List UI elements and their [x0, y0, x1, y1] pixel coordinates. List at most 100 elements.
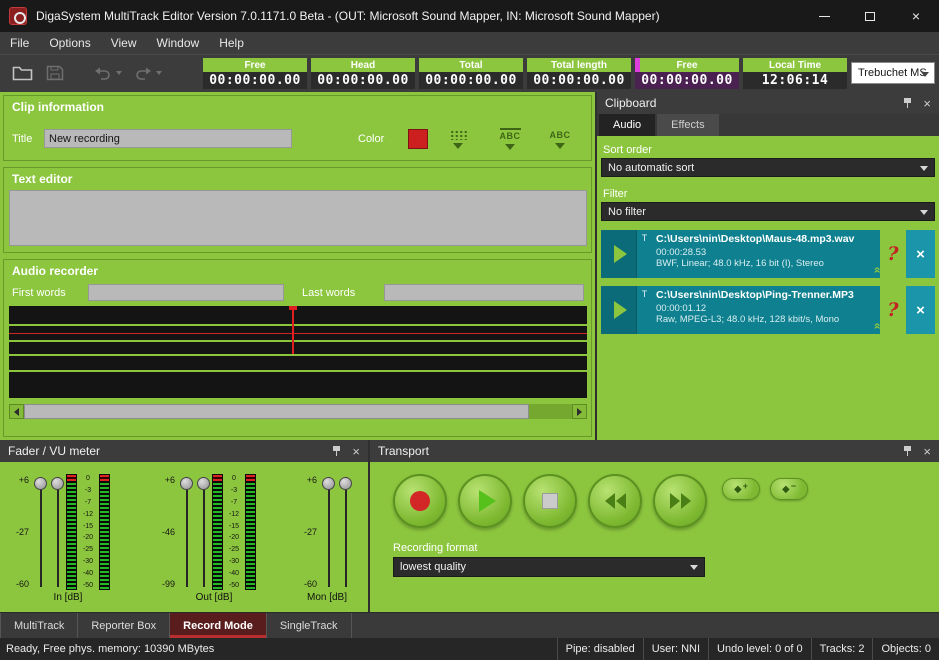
tab-multitrack[interactable]: MultiTrack — [0, 613, 78, 638]
menu-help[interactable]: Help — [209, 32, 254, 54]
minimize-button[interactable] — [801, 0, 847, 32]
tab-singletrack[interactable]: SingleTrack — [267, 613, 352, 638]
pin-icon[interactable] — [903, 98, 912, 109]
fader-knob[interactable] — [180, 477, 193, 490]
entry-play-button[interactable] — [601, 230, 637, 278]
fader-slider[interactable] — [320, 474, 337, 590]
font-select[interactable]: Trebuchet MS — [851, 62, 935, 84]
fader-knob[interactable] — [34, 477, 47, 490]
clipboard-tabstrip: Audio Effects — [597, 114, 939, 136]
rewind-button[interactable] — [588, 474, 642, 528]
play-button[interactable] — [458, 474, 512, 528]
abc-lines-icon: ABC — [500, 128, 521, 141]
redo-dropdown-button[interactable] — [156, 71, 162, 75]
chevron-down-icon — [116, 71, 122, 75]
counter-head-value: 00:00:00.00 — [311, 72, 415, 89]
fader-group-name: Out [dB] — [170, 592, 258, 603]
waveform-scrollbar[interactable] — [9, 404, 587, 419]
fast-forward-button[interactable] — [653, 474, 707, 528]
entry-help-button[interactable]: ? — [880, 286, 906, 334]
entry-play-button[interactable] — [601, 286, 637, 334]
pin-icon[interactable] — [903, 446, 912, 457]
undo-dropdown-button[interactable] — [116, 71, 122, 75]
abc-insert-button[interactable]: ABC — [538, 122, 582, 156]
scroll-left-button[interactable] — [9, 404, 24, 419]
fader-slider[interactable] — [178, 474, 195, 590]
collapse-chevron-icon[interactable]: » — [870, 323, 880, 330]
scale-mid: -46 — [162, 527, 175, 537]
sort-order-select[interactable]: No automatic sort — [601, 158, 935, 177]
close-button[interactable]: × — [893, 0, 939, 32]
entry-remove-button[interactable]: × — [906, 286, 935, 334]
filter-value: No filter — [608, 206, 646, 218]
counter-head-label: Head — [311, 58, 415, 72]
fader-group-mon: +6 -27 -60 — [294, 474, 354, 590]
entry-remove-button[interactable]: × — [906, 230, 935, 278]
menu-window[interactable]: Window — [147, 32, 210, 54]
menu-file[interactable]: File — [0, 32, 39, 54]
filter-select[interactable]: No filter — [601, 202, 935, 221]
chevron-down-icon — [453, 143, 463, 149]
chevron-down-icon — [156, 71, 162, 75]
entry-format: BWF, Linear; 48.0 kHz, 16 bit (I), Stere… — [656, 258, 865, 269]
fader-slider[interactable] — [195, 474, 212, 590]
pin-icon[interactable] — [332, 446, 341, 457]
text-editor-area[interactable] — [9, 190, 587, 246]
waveform-display[interactable] — [9, 306, 587, 398]
tab-audio[interactable]: Audio — [599, 114, 655, 136]
scroll-right-button[interactable] — [572, 404, 587, 419]
title-input[interactable] — [44, 129, 292, 148]
fader-knob[interactable] — [197, 477, 210, 490]
close-icon[interactable]: × — [923, 445, 931, 458]
close-icon[interactable]: × — [923, 97, 931, 110]
stop-button[interactable] — [523, 474, 577, 528]
close-icon[interactable]: × — [352, 445, 360, 458]
menu-view[interactable]: View — [101, 32, 147, 54]
first-words-input[interactable] — [88, 284, 284, 301]
clipboard-entry[interactable]: T C:\Users\nin\Desktop\Ping-Trenner.MP3 … — [601, 286, 935, 334]
redo-button[interactable] — [134, 65, 152, 81]
scale-top: +6 — [307, 475, 317, 485]
marker-add-button[interactable]: ◆+ — [722, 478, 760, 500]
marker-remove-button[interactable]: ◆− — [770, 478, 808, 500]
clipboard-entry[interactable]: T C:\Users\nin\Desktop\Maus-48.mp3.wav 0… — [601, 230, 935, 278]
fader-knob[interactable] — [339, 477, 352, 490]
main-area: Clip information Title Color ABC ABC — [0, 92, 939, 612]
entry-help-button[interactable]: ? — [880, 230, 906, 278]
fader-knob[interactable] — [322, 477, 335, 490]
counter-head: Head 00:00:00.00 — [311, 58, 415, 89]
status-objects: Objects: 0 — [872, 638, 939, 660]
playhead-cursor-head[interactable] — [289, 306, 297, 310]
save-button[interactable] — [46, 65, 64, 81]
scrollbar-thumb[interactable] — [24, 404, 529, 419]
maximize-button[interactable] — [847, 0, 893, 32]
tab-effects[interactable]: Effects — [657, 114, 718, 136]
numpad-insert-button[interactable] — [436, 122, 480, 156]
recording-format-select[interactable]: lowest quality — [393, 557, 705, 577]
fader-knob[interactable] — [51, 477, 64, 490]
color-swatch[interactable] — [408, 129, 428, 149]
counter-total-length-label: Total length — [527, 58, 631, 72]
font-select-value: Trebuchet MS — [858, 67, 927, 79]
collapse-chevron-icon[interactable]: » — [870, 267, 880, 274]
playhead-cursor[interactable] — [292, 306, 294, 354]
stop-icon — [542, 493, 558, 509]
last-words-input[interactable] — [384, 284, 584, 301]
abc-lines-insert-button[interactable]: ABC — [488, 122, 532, 156]
menu-options[interactable]: Options — [39, 32, 100, 54]
fader-slider[interactable] — [32, 474, 49, 590]
vu-meter-left — [66, 474, 77, 590]
tab-record-mode[interactable]: Record Mode — [170, 613, 267, 638]
text-editor-title: Text editor — [12, 172, 72, 186]
transport-panel: Transport × ◆+ ◆− Recording format lowes… — [370, 440, 939, 612]
undo-button[interactable] — [94, 65, 112, 81]
tab-reporter-box[interactable]: Reporter Box — [78, 613, 170, 638]
fader-slider[interactable] — [337, 474, 354, 590]
zero-line — [9, 333, 587, 334]
clipboard-header: Clipboard × — [597, 92, 939, 114]
scale-top: +6 — [19, 475, 29, 485]
record-button[interactable] — [393, 474, 447, 528]
open-folder-button[interactable] — [12, 65, 34, 81]
fader-slider[interactable] — [49, 474, 66, 590]
fast-forward-icon — [670, 493, 691, 509]
